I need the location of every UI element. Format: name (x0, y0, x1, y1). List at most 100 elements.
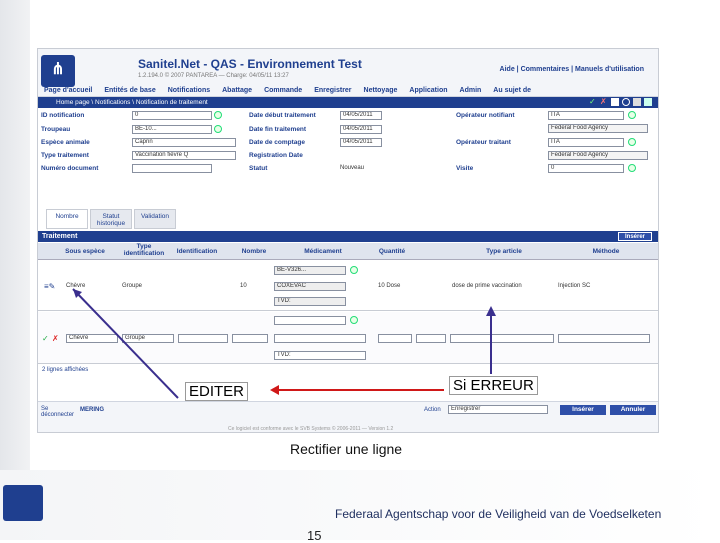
numero-document-field[interactable] (132, 164, 212, 173)
slide-footer-band (0, 470, 720, 540)
menu-enregistrer[interactable]: Enregistrer (308, 87, 357, 97)
toolbar: ✓ ✗ (589, 98, 652, 106)
export-icon[interactable] (644, 98, 652, 106)
col-sous-espece: Sous espèce (65, 248, 105, 255)
search-icon[interactable] (214, 125, 222, 133)
cell-sous-espece: Chèvre (66, 283, 86, 289)
notification-form: ID notification 0 Troupeau BE-10... Espè… (38, 108, 658, 193)
menu-entites[interactable]: Entités de base (98, 87, 161, 97)
edit-nombre-field[interactable] (232, 334, 268, 343)
agency-name: Federaal Agentschap voor de Veiligheid v… (335, 507, 662, 521)
search-icon[interactable] (350, 266, 358, 274)
tab-statut-historique[interactable]: Statut historique (90, 209, 132, 229)
search-icon[interactable] (622, 98, 630, 106)
cell-methode: Injection SC (558, 283, 591, 289)
check-icon[interactable]: ✓ (42, 334, 49, 343)
menu-commande[interactable]: Commande (258, 87, 308, 97)
search-icon[interactable] (628, 111, 636, 119)
operateur-notifiant-field[interactable]: ITA (548, 111, 624, 120)
edit-methode-select[interactable] (558, 334, 650, 343)
label-date-fin: Date fin traitement (249, 126, 307, 133)
sanitel-logo: ⋔ (41, 55, 75, 87)
row-count: 2 lignes affichées (42, 367, 89, 373)
action-label: Action (424, 407, 441, 413)
cancel-button[interactable]: Annuler (610, 405, 656, 415)
col-nombre: Nombre (241, 248, 267, 255)
date-comptage-field[interactable]: 04/05/2011 (340, 138, 382, 147)
cell-type-id: Groupe (122, 283, 143, 289)
operateur-traitant-field[interactable]: ITA (548, 138, 624, 147)
menu-admin[interactable]: Admin (454, 87, 488, 97)
search-icon[interactable] (628, 164, 636, 172)
operateur-traitant-name: Federal Food Agency (548, 151, 648, 160)
cell-nombre: 10 (240, 283, 247, 289)
type-traitement-select[interactable]: Vaccination fièvre Q (132, 151, 236, 160)
table-row[interactable]: ≡✎ Chèvre Groupe 10 BE-V326... COXEVAC T… (38, 261, 658, 311)
label-troupeau: Troupeau (41, 126, 71, 133)
date-fin-field[interactable]: 04/05/2011 (340, 125, 382, 134)
document-icon[interactable] (611, 98, 619, 106)
app-header: ⋔ Sanitel.Net - QAS - Environnement Test… (38, 49, 658, 97)
print-icon[interactable] (633, 98, 641, 106)
help-links[interactable]: Aide | Commentaires | Manuels d'utilisat… (500, 66, 644, 73)
page-number: 15 (307, 528, 322, 543)
traitement-title: Traitement (42, 233, 78, 240)
col-medicament: Médicament (304, 248, 342, 255)
menu-home[interactable]: Page d'accueil (38, 87, 98, 97)
search-icon[interactable] (350, 316, 358, 324)
label-type-traitement: Type traitement (41, 152, 89, 159)
edit-quantite-field[interactable] (378, 334, 412, 343)
menu-nettoyage[interactable]: Nettoyage (358, 87, 404, 97)
edit-medicament-code[interactable] (274, 316, 346, 325)
edit-tvd-field[interactable]: TVD: (274, 351, 366, 360)
col-type-article: Type article (486, 248, 522, 255)
sanitel-window: ⋔ Sanitel.Net - QAS - Environnement Test… (37, 48, 659, 433)
edit-sous-espece-select[interactable]: Chèvre (66, 334, 118, 343)
espece-select[interactable]: Caprin (132, 138, 236, 147)
id-notification-field[interactable]: 0 (132, 111, 212, 120)
label-numero-document: Numéro document (41, 165, 99, 172)
app-subtitle: 1.2.194.0 © 2007 PANTAREA — Charge: 04/0… (138, 73, 289, 79)
app-footer: Ce logiciel est conforme avec le SVB Sys… (228, 426, 394, 432)
tab-validation[interactable]: Validation (134, 209, 176, 229)
label-registration-date: Registration Date (249, 152, 303, 159)
edit-unit-select[interactable] (416, 334, 446, 343)
date-debut-field[interactable]: 04/05/2011 (340, 111, 382, 120)
search-icon[interactable] (628, 138, 636, 146)
current-user: MERING (80, 407, 104, 413)
statut-value: Nouveau (340, 165, 365, 171)
slide-left-band (0, 0, 30, 540)
visite-field[interactable]: 0 (548, 164, 624, 173)
tab-nombre[interactable]: Nombre (46, 209, 88, 229)
edit-type-id-select[interactable]: Groupe (122, 334, 174, 343)
check-icon[interactable]: ✓ (589, 98, 597, 106)
cell-type-article: dose de prime vaccination (452, 283, 522, 289)
action-select[interactable]: Enregistrer (448, 405, 548, 414)
troupeau-field[interactable]: BE-10... (132, 125, 212, 134)
close-icon[interactable]: ✗ (52, 334, 59, 343)
label-date-comptage: Date de comptage (249, 139, 305, 146)
cell-medicament-tvd: TVD: (274, 297, 346, 306)
col-identification: Identification (176, 248, 218, 255)
menu-abattage[interactable]: Abattage (216, 87, 258, 97)
menu-notifications[interactable]: Notifications (162, 87, 216, 97)
operateur-notifiant-name: Federal Food Agency (548, 124, 648, 133)
edit-row-icon[interactable]: ≡✎ (44, 282, 55, 291)
menu-application[interactable]: Application (403, 87, 453, 97)
menu-about[interactable]: Au sujet de (487, 87, 537, 97)
search-icon[interactable] (214, 111, 222, 119)
main-menu: Page d'accueil Entités de base Notificat… (38, 87, 658, 97)
insert-button[interactable]: Insérer (560, 405, 606, 415)
label-operateur-traitant: Opérateur traitant (456, 139, 511, 146)
edit-identification-field[interactable] (178, 334, 228, 343)
edit-type-article-select[interactable] (450, 334, 554, 343)
edit-medicament-name[interactable] (274, 334, 366, 343)
label-id-notification: ID notification (41, 112, 85, 119)
label-statut: Statut (249, 165, 268, 172)
insert-row-button[interactable]: Insérer (617, 232, 652, 241)
label-date-debut: Date début traitement (249, 112, 316, 119)
breadcrumb-text: Home page \ Notifications \ Notification… (56, 99, 208, 106)
close-icon[interactable]: ✗ (600, 98, 608, 106)
edit-row: ✓ ✗ Chèvre Groupe TVD: (38, 312, 658, 364)
disconnect-link[interactable]: Se déconnecter (41, 406, 81, 418)
